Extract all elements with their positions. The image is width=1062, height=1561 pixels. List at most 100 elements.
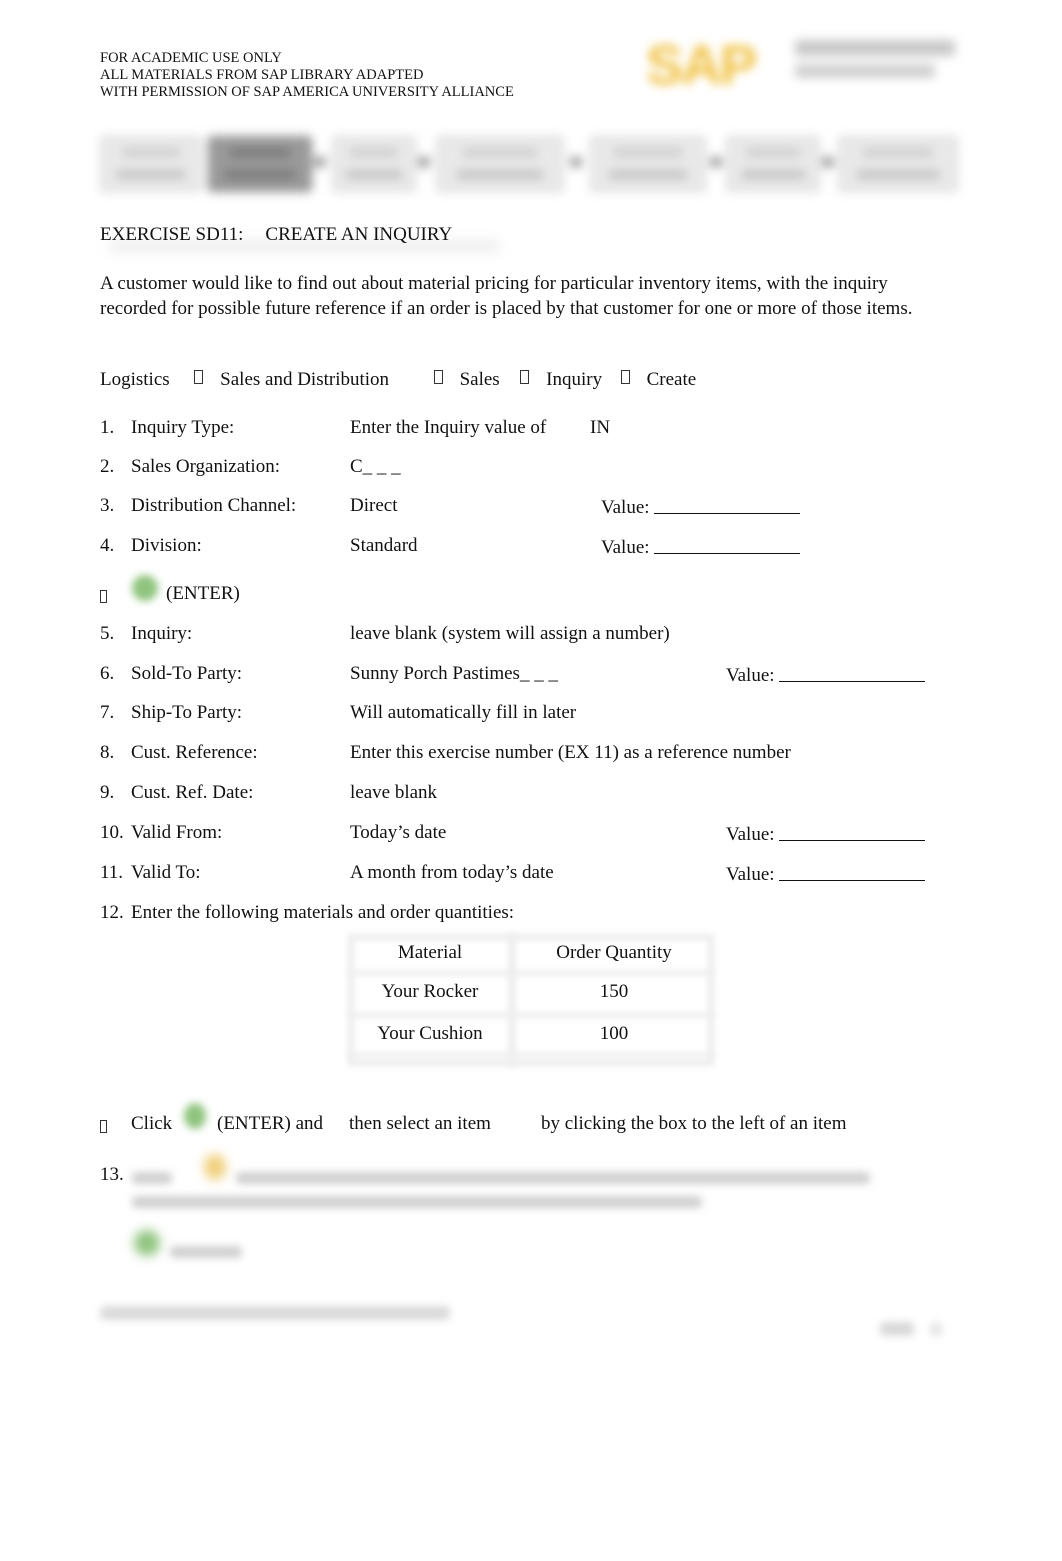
value-blank — [778, 822, 925, 841]
header-line: ALL MATERIALS FROM SAP LIBRARY ADAPTED — [100, 67, 424, 83]
click-text: Click — [131, 1113, 173, 1134]
value-label: Value: — [726, 665, 775, 686]
header-line: FOR ACADEMIC USE ONLY — [100, 50, 282, 66]
footer-copyright — [100, 1306, 450, 1320]
logo-subtitle — [795, 40, 955, 56]
page-title: EXERCISE SD11: CREATE AN INQUIRY — [100, 224, 452, 246]
process-navigation — [100, 132, 958, 194]
value-label: Value: — [601, 537, 650, 558]
step-number: 6. — [100, 663, 115, 684]
bullet-icon — [100, 1117, 107, 1139]
step-number: 5. — [100, 623, 115, 644]
exercise-name: CREATE AN INQUIRY — [265, 224, 453, 245]
step-number: 8. — [100, 742, 115, 763]
process-step — [590, 136, 706, 192]
step-value: A month from today’s date — [350, 862, 554, 883]
process-step — [838, 136, 958, 192]
value-field: Value: — [601, 495, 800, 519]
step-label: Sold-To Party: — [131, 663, 243, 684]
step-number: 13. — [100, 1164, 124, 1185]
value-field: Value: — [726, 822, 925, 846]
page-number — [880, 1322, 914, 1336]
process-step — [436, 136, 564, 192]
table-cell: Your Cushion — [377, 1023, 483, 1044]
step-value: Enter the Inquiry value of — [350, 417, 547, 438]
step-label: Division: — [131, 535, 202, 556]
step-value: Sunny Porch Pastimes_ _ _ — [350, 663, 558, 684]
table-header: Material — [397, 942, 463, 963]
value-label: Value: — [726, 864, 775, 885]
table-cell: Your Rocker — [381, 981, 479, 1002]
process-step-active — [208, 136, 312, 192]
value-label: Value: — [726, 824, 775, 845]
step-label: Ship-To Party: — [131, 702, 243, 723]
step-number: 1. — [100, 417, 115, 438]
info-icon — [204, 1154, 226, 1180]
process-step — [332, 136, 416, 192]
value-field: Value: — [726, 663, 925, 687]
step-number: 3. — [100, 495, 115, 516]
table-cell: 150 — [599, 981, 629, 1002]
arrow-icon — [570, 156, 582, 168]
step-value: Enter this exercise number (EX 11) as a … — [350, 742, 791, 763]
step-label: Distribution Channel: — [131, 495, 297, 516]
step-label: Cust. Ref. Date: — [131, 782, 254, 803]
enter-icon — [134, 1230, 160, 1256]
menu-path-item: Create — [646, 369, 697, 390]
menu-path-item: Sales — [459, 369, 500, 390]
table-header: Order Quantity — [556, 942, 672, 963]
step-number: 11. — [100, 862, 124, 883]
click-text: (ENTER) and — [217, 1113, 324, 1134]
arrow-icon — [520, 370, 530, 384]
step-value: Will automatically fill in later — [350, 702, 577, 723]
value-label: Value: — [601, 497, 650, 518]
arrow-icon — [194, 370, 204, 384]
arrow-icon — [710, 156, 722, 168]
step-label: Valid To: — [131, 862, 201, 883]
step-label: Inquiry Type: — [131, 417, 235, 438]
menu-path-item: Inquiry — [546, 369, 603, 390]
menu-path-item: Logistics — [100, 369, 170, 390]
intro-paragraph: A customer would like to find out about … — [100, 273, 913, 319]
arrow-icon — [620, 370, 630, 384]
step-label: Sales Organization: — [131, 456, 280, 477]
page-number — [930, 1322, 942, 1336]
sap-logo: SAP — [640, 28, 960, 96]
academic-header: FOR ACADEMIC USE ONLY ALL MATERIALS FROM… — [100, 50, 514, 101]
step-value: leave blank (system will assign a number… — [350, 623, 670, 644]
step-label: Enter the following materials and order … — [131, 902, 515, 923]
table-cell: 100 — [599, 1023, 629, 1044]
step-value: C_ _ _ — [350, 456, 401, 477]
step-value: Standard — [350, 535, 418, 556]
click-text: by clicking the box to the left of an it… — [541, 1113, 847, 1134]
step-number: 7. — [100, 702, 115, 723]
step-value: Today’s date — [350, 822, 447, 843]
value-blank — [778, 862, 925, 881]
exercise-code: EXERCISE SD11: — [100, 224, 244, 245]
arrow-icon — [314, 156, 326, 168]
value-field: Value: — [601, 535, 800, 559]
enter-icon — [184, 1103, 206, 1129]
step-value: Direct — [350, 495, 398, 516]
step-number: 12. — [100, 902, 124, 923]
arrow-icon — [418, 156, 430, 168]
value-blank — [653, 535, 800, 554]
step-label: Valid From: — [131, 822, 223, 843]
value-blank — [653, 495, 800, 514]
click-text: then select an item — [349, 1113, 491, 1134]
sap-logo-text: SAP — [646, 33, 757, 96]
blurred-content — [130, 1150, 890, 1270]
inquiry-type-value: IN — [590, 417, 611, 438]
arrow-icon — [433, 370, 443, 384]
menu-path: Logistics Sales and Distribution Sales I… — [100, 369, 696, 391]
step-number: 2. — [100, 456, 115, 477]
step-label: Cust. Reference: — [131, 742, 258, 763]
enter-icon — [132, 575, 158, 601]
arrow-icon — [822, 156, 834, 168]
process-step — [726, 136, 820, 192]
process-step — [100, 136, 202, 192]
step-value: leave blank — [350, 782, 438, 803]
value-field: Value: — [726, 862, 925, 886]
step-number: 9. — [100, 782, 115, 803]
header-line: WITH PERMISSION OF SAP AMERICA UNIVERSIT… — [100, 84, 514, 100]
